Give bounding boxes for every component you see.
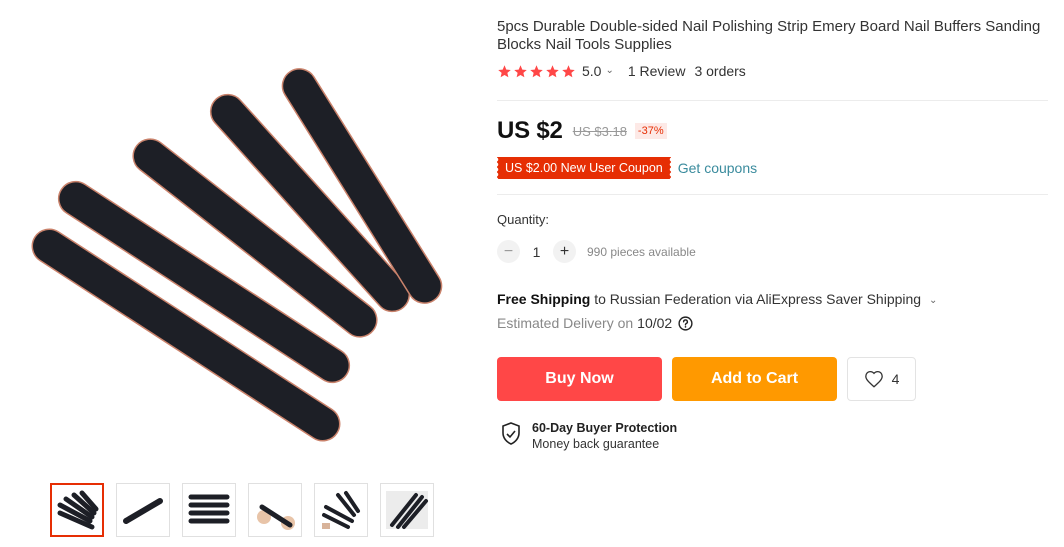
star-icon [498,64,511,77]
wishlist-count: 4 [891,371,900,387]
get-coupons-link[interactable]: Get coupons [678,160,757,176]
thumbnail-3[interactable] [182,483,236,537]
product-title: 5pcs Durable Double-sided Nail Polishing… [497,18,1041,53]
original-price: US $3.18 [572,123,627,139]
coupon-badge[interactable]: US $2.00 New User Coupon [496,157,671,179]
chevron-down-icon[interactable]: ⌄ [929,295,937,306]
star-icon [546,64,559,77]
star-rating [497,64,576,79]
minus-icon[interactable]: − [497,240,520,263]
protection-text: 60-Day Buyer Protection Money back guara… [532,421,677,451]
quantity-stepper: − 1 + 990 pieces available [497,240,696,263]
star-icon [514,64,527,77]
rating-value[interactable]: 5.0 [582,63,601,79]
shipping-detail: to Russian Federation via AliExpress Sav… [594,291,922,307]
quantity-label: Quantity: [497,212,550,227]
rating-row: 5.0 ⌄ 1 Review 3 orders [497,63,1047,79]
orders-count: 3 orders [694,63,746,79]
chevron-down-icon[interactable]: ⌄ [605,65,613,76]
thumbnail-6[interactable] [380,483,434,537]
star-icon [562,64,575,77]
protection-subtitle: Money back guarantee [532,437,660,451]
divider [497,194,1048,195]
delivery-label: Estimated Delivery on [497,315,634,331]
divider [497,100,1048,101]
coupon-row: US $2.00 New User Coupon Get coupons [496,157,757,179]
help-icon[interactable] [678,315,693,331]
protection-title: 60-Day Buyer Protection [532,421,678,435]
thumbnail-1[interactable] [50,483,104,537]
shield-check-icon [502,422,520,445]
current-price: US $2 [497,117,563,144]
thumbnail-5[interactable] [314,483,368,537]
main-product-image[interactable] [8,20,468,460]
heart-icon [864,370,883,388]
buyer-protection: 60-Day Buyer Protection Money back guara… [500,421,677,451]
action-buttons: Buy Now Add to Cart 4 [497,357,916,401]
quantity-input[interactable]: 1 [520,244,553,260]
delivery-info: Estimated Delivery on 10/02 [497,315,693,331]
thumbnail-strip [50,483,434,537]
delivery-date: 10/02 [637,315,673,331]
wishlist-button[interactable]: 4 [847,357,916,401]
image-gallery [0,0,470,547]
add-to-cart-button[interactable]: Add to Cart [672,357,837,401]
product-info: 5pcs Durable Double-sided Nail Polishing… [497,18,1047,79]
discount-badge: -37% [634,123,667,139]
price-row: US $2 US $3.18 -37% [497,117,667,145]
star-icon [530,64,543,77]
plus-icon[interactable]: + [553,240,576,263]
thumbnail-2[interactable] [116,483,170,537]
free-shipping-label: Free Shipping [497,291,591,307]
reviews-link[interactable]: 1 Review [628,63,686,79]
shipping-info[interactable]: Free Shipping to Russian Federation via … [497,291,951,307]
available-stock: 990 pieces available [587,244,696,259]
thumbnail-4[interactable] [248,483,302,537]
buy-now-button[interactable]: Buy Now [497,357,662,401]
